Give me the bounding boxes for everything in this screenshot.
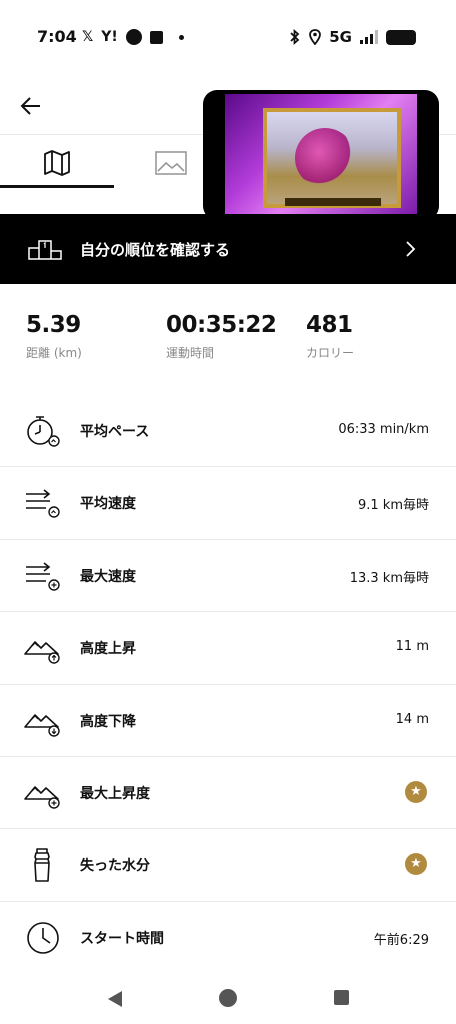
yahoo-app-icon: Y! [101, 29, 118, 45]
metric-row-water-loss: 失った水分 ★ [0, 829, 456, 902]
image-icon [155, 150, 187, 175]
bluetooth-icon [290, 29, 300, 45]
premium-star-icon[interactable]: ★ [405, 780, 427, 803]
stat-duration: 00:35:22 運動時間 [166, 312, 277, 361]
rank-banner-label: 自分の順位を確認する [80, 241, 231, 259]
metric-value: 午前6:29 [373, 932, 429, 948]
stat-distance-label: 距離 (km) [26, 346, 82, 360]
nav-home-icon[interactable] [219, 989, 237, 1007]
metric-value: 11 m [395, 639, 429, 655]
stat-duration-value: 00:35:22 [166, 312, 277, 338]
status-time: 7:04 [37, 27, 77, 46]
metric-row-max-speed: 最大速度 13.3 km毎時 [0, 540, 456, 613]
metric-row-average-pace: 平均ペース 06:33 min/km [0, 395, 456, 468]
status-right: 5G [289, 26, 416, 48]
chevron-right-icon [406, 241, 416, 257]
stat-calories: 481 カロリー [306, 312, 354, 361]
metric-label: 高度下降 [80, 713, 136, 730]
network-type: 5G [329, 28, 352, 46]
metric-row-elevation-gain: 高度上昇 11 m [0, 612, 456, 685]
nav-back-icon[interactable] [106, 989, 124, 1009]
rank-banner[interactable]: 自分の順位を確認する [0, 214, 456, 284]
stat-distance-value: 5.39 [26, 312, 81, 338]
summary-stats: 5.39 距離 (km) 00:35:22 運動時間 481 カロリー [0, 312, 456, 372]
app-circle-icon [125, 29, 142, 45]
map-icon [44, 149, 70, 176]
elevation-gain-icon [24, 641, 60, 664]
signal-icon [360, 30, 378, 44]
notification-icons: 𝕏 Y! [82, 27, 184, 47]
metric-value: 13.3 km毎時 [349, 570, 429, 586]
metric-label: 最大上昇度 [80, 785, 150, 802]
pip-video-figure [295, 128, 355, 188]
podium-icon [28, 240, 62, 260]
system-nav-bar [0, 975, 456, 1024]
premium-star-icon[interactable]: ★ [405, 853, 427, 876]
pip-video-frame [225, 94, 417, 216]
tab-map[interactable] [0, 135, 114, 190]
max-elevation-icon [24, 786, 60, 809]
speed-max-icon [26, 562, 60, 591]
status-bar: 7:04 𝕏 Y! 5G [0, 0, 456, 75]
metric-row-start-time: スタート時間 午前6:29 [0, 902, 456, 974]
more-notifications-icon [178, 34, 184, 40]
battery-icon [386, 29, 416, 45]
stat-distance: 5.39 距離 (km) [26, 312, 82, 361]
metric-row-elevation-loss: 高度下降 14 m [0, 685, 456, 757]
metric-value: 14 m [395, 711, 429, 727]
stat-duration-label: 運動時間 [166, 346, 215, 360]
stopwatch-pace-icon [27, 416, 60, 447]
elevation-loss-icon [24, 713, 60, 737]
metric-row-average-speed: 平均速度 9.1 km毎時 [0, 467, 456, 540]
metric-row-max-elevation: 最大上昇度 ★ [0, 757, 456, 830]
stat-calories-label: カロリー [306, 346, 355, 360]
speed-average-icon [26, 489, 60, 519]
metric-label: 平均ペース [80, 424, 150, 440]
metric-value: 9.1 km毎時 [358, 498, 429, 514]
metric-label: 失った水分 [80, 858, 150, 875]
back-arrow-icon[interactable] [18, 92, 46, 120]
selected-tab-indicator [0, 185, 114, 188]
pip-video-overlay[interactable] [203, 90, 439, 220]
metric-label: スタート時間 [80, 930, 164, 947]
location-icon [309, 29, 322, 45]
metric-label: 平均速度 [80, 496, 136, 513]
nav-recents-icon[interactable] [334, 990, 349, 1005]
app-square-icon [149, 30, 163, 44]
x-app-icon: 𝕏 [82, 29, 94, 45]
metrics-list: 平均ペース 06:33 min/km 平均速度 9.1 km毎時 最大速度 13… [0, 395, 456, 974]
pip-video-caption-bar [285, 198, 381, 206]
metric-label: 最大速度 [80, 568, 136, 585]
water-bottle-icon [34, 848, 50, 883]
metric-label: 高度上昇 [80, 641, 136, 658]
stat-calories-value: 481 [306, 312, 353, 338]
metric-value: 06:33 min/km [338, 422, 429, 437]
clock-icon [27, 921, 59, 954]
